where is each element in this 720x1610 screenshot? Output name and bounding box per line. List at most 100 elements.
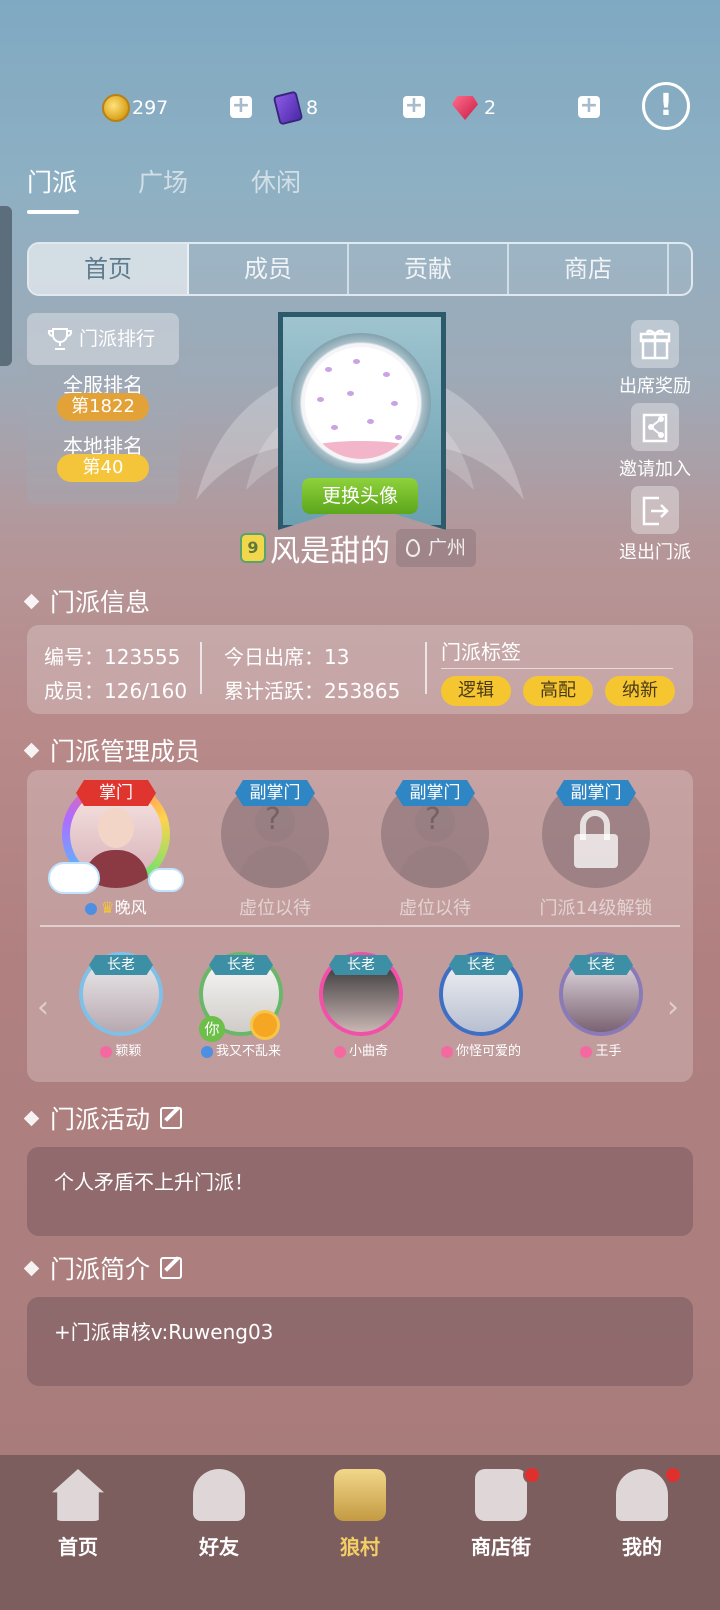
elder-name: 王手 xyxy=(595,1044,622,1059)
tag-chip: 高配 xyxy=(523,676,593,706)
elders-prev-arrow[interactable]: ‹ xyxy=(37,990,49,1025)
vice-leader-label: 虚位以待 xyxy=(399,898,471,919)
info-heading-text: 门派信息 xyxy=(50,588,151,617)
share-icon xyxy=(631,403,679,451)
invite-button[interactable]: 邀请加入 xyxy=(619,403,691,481)
card-value: 8 xyxy=(306,97,319,119)
elder-badge: 长老 xyxy=(569,955,633,975)
elder-badge: 长老 xyxy=(89,955,153,975)
vice-leader-slot[interactable]: ? 副掌门 虚位以待 xyxy=(375,780,495,920)
edit-activity-icon[interactable] xyxy=(160,1107,183,1129)
tab-leisure[interactable]: 休闲 xyxy=(251,163,301,199)
active-tab-underline xyxy=(27,210,79,214)
diamond-bullet-icon xyxy=(23,593,40,609)
today-attendance: 今日出席：13 xyxy=(224,645,350,669)
activity-heading-text: 门派活动 xyxy=(50,1105,151,1134)
nav-me-label: 我的 xyxy=(622,1535,662,1559)
cloud-decoration xyxy=(48,862,100,894)
location-badge[interactable]: 广州 xyxy=(396,529,477,567)
attendance-reward-button[interactable]: 出席奖励 xyxy=(619,320,691,398)
clan-name-row: 9 风是甜的 广州 xyxy=(240,528,477,569)
tag-chip: 逻辑 xyxy=(441,676,511,706)
clan-id: 编号：123555 xyxy=(44,645,181,669)
nav-shop-street-label: 商店街 xyxy=(471,1535,531,1559)
vice-leader-badge: 副掌门 xyxy=(556,780,636,806)
clan-name: 风是甜的 xyxy=(270,534,390,569)
global-rank-value: 第1822 xyxy=(57,393,149,421)
rank-panel[interactable]: 门派排行 全服排名 第1822 本地排名 第40 xyxy=(27,313,179,504)
female-icon xyxy=(333,1045,346,1058)
rank-title: 门派排行 xyxy=(79,328,156,350)
notice-button[interactable]: ! xyxy=(642,82,690,130)
vice-leader-label: 虚位以待 xyxy=(239,898,311,919)
gift-icon xyxy=(631,320,679,368)
divider xyxy=(200,642,202,694)
female-icon xyxy=(580,1045,593,1058)
info-heading: 门派信息 xyxy=(23,583,151,619)
gem-value: 2 xyxy=(484,97,497,119)
nav-village[interactable]: 狼村 xyxy=(300,1469,420,1560)
exit-icon xyxy=(631,486,679,534)
trophy-icon xyxy=(47,328,73,350)
change-avatar-button[interactable]: 更换头像 xyxy=(302,478,418,514)
male-icon xyxy=(200,1045,213,1058)
notification-dot xyxy=(664,1466,682,1484)
total-activity: 累计活跃：253865 xyxy=(224,679,401,703)
intro-text: +门派审核v:Ruweng03 xyxy=(54,1320,274,1344)
subtab-contribution[interactable]: 贡献 xyxy=(349,244,509,294)
edit-intro-icon[interactable] xyxy=(160,1257,183,1279)
tab-square[interactable]: 广场 xyxy=(138,163,188,199)
nav-village-label: 狼村 xyxy=(340,1535,380,1559)
elder-name-row: 我又不乱来 xyxy=(186,1040,296,1059)
nav-shop-street[interactable]: 商店街 xyxy=(441,1469,561,1560)
tab-clan[interactable]: 门派 xyxy=(27,163,77,199)
elder-name-row: 你怪可爱的 xyxy=(426,1040,536,1059)
gem-icon xyxy=(452,96,478,120)
nav-me[interactable]: 我的 xyxy=(582,1469,702,1560)
elder-name-row: 小曲奇 xyxy=(306,1040,416,1059)
elder-name-row: 颖颖 xyxy=(66,1040,176,1059)
me-icon xyxy=(616,1469,668,1521)
female-icon xyxy=(100,1045,113,1058)
notification-dot xyxy=(523,1466,541,1484)
divider xyxy=(425,642,427,694)
side-drawer-handle[interactable] xyxy=(0,206,12,366)
add-gems-button[interactable]: + xyxy=(578,95,600,118)
leader-name-row: ♛晚风 xyxy=(56,894,176,918)
add-coins-button[interactable]: + xyxy=(230,95,252,118)
diamond-bullet-icon xyxy=(23,1110,40,1126)
activity-text: 个人矛盾不上升门派！ xyxy=(54,1170,254,1194)
diamond-bullet-icon xyxy=(23,1260,40,1276)
rank-header[interactable]: 门派排行 xyxy=(27,313,179,365)
intro-heading-text: 门派简介 xyxy=(50,1255,151,1284)
elders-next-arrow[interactable]: › xyxy=(667,990,679,1025)
card-icon xyxy=(272,90,304,126)
nav-home[interactable]: 首页 xyxy=(18,1469,138,1560)
quit-clan-label: 退出门派 xyxy=(619,542,691,563)
clan-level-badge: 9 xyxy=(240,533,266,563)
clan-avatar[interactable] xyxy=(305,347,417,459)
quit-clan-button[interactable]: 退出门派 xyxy=(619,486,691,564)
leader-card[interactable]: 掌门 ♛晚风 xyxy=(48,780,184,918)
tags-title: 门派标签 xyxy=(441,640,521,664)
local-rank-value: 第40 xyxy=(57,454,149,482)
subtab-shop[interactable]: 商店 xyxy=(509,244,669,294)
elder-name: 小曲奇 xyxy=(348,1044,388,1059)
attendance-reward-label: 出席奖励 xyxy=(619,376,691,397)
vice-leader-badge: 副掌门 xyxy=(235,780,315,806)
add-cards-button[interactable]: + xyxy=(403,95,425,118)
nav-friends[interactable]: 好友 xyxy=(159,1469,279,1560)
location-pin-icon xyxy=(406,539,420,557)
elder-badge: 长老 xyxy=(209,955,273,975)
shop-icon xyxy=(475,1469,527,1521)
vice-leader-slot-locked[interactable]: 副掌门 门派14级解锁 xyxy=(534,780,658,920)
vice-leader-label: 门派14级解锁 xyxy=(539,898,653,919)
vice-leader-slot[interactable]: ? 副掌门 虚位以待 xyxy=(215,780,335,920)
clan-subtabs: 首页 成员 贡献 商店 xyxy=(27,242,693,296)
subtab-home[interactable]: 首页 xyxy=(29,244,189,294)
subtab-members[interactable]: 成员 xyxy=(189,244,349,294)
diamond-bullet-icon xyxy=(23,742,40,758)
friends-icon xyxy=(193,1469,245,1521)
managers-heading-text: 门派管理成员 xyxy=(50,737,201,766)
home-icon xyxy=(52,1469,104,1521)
